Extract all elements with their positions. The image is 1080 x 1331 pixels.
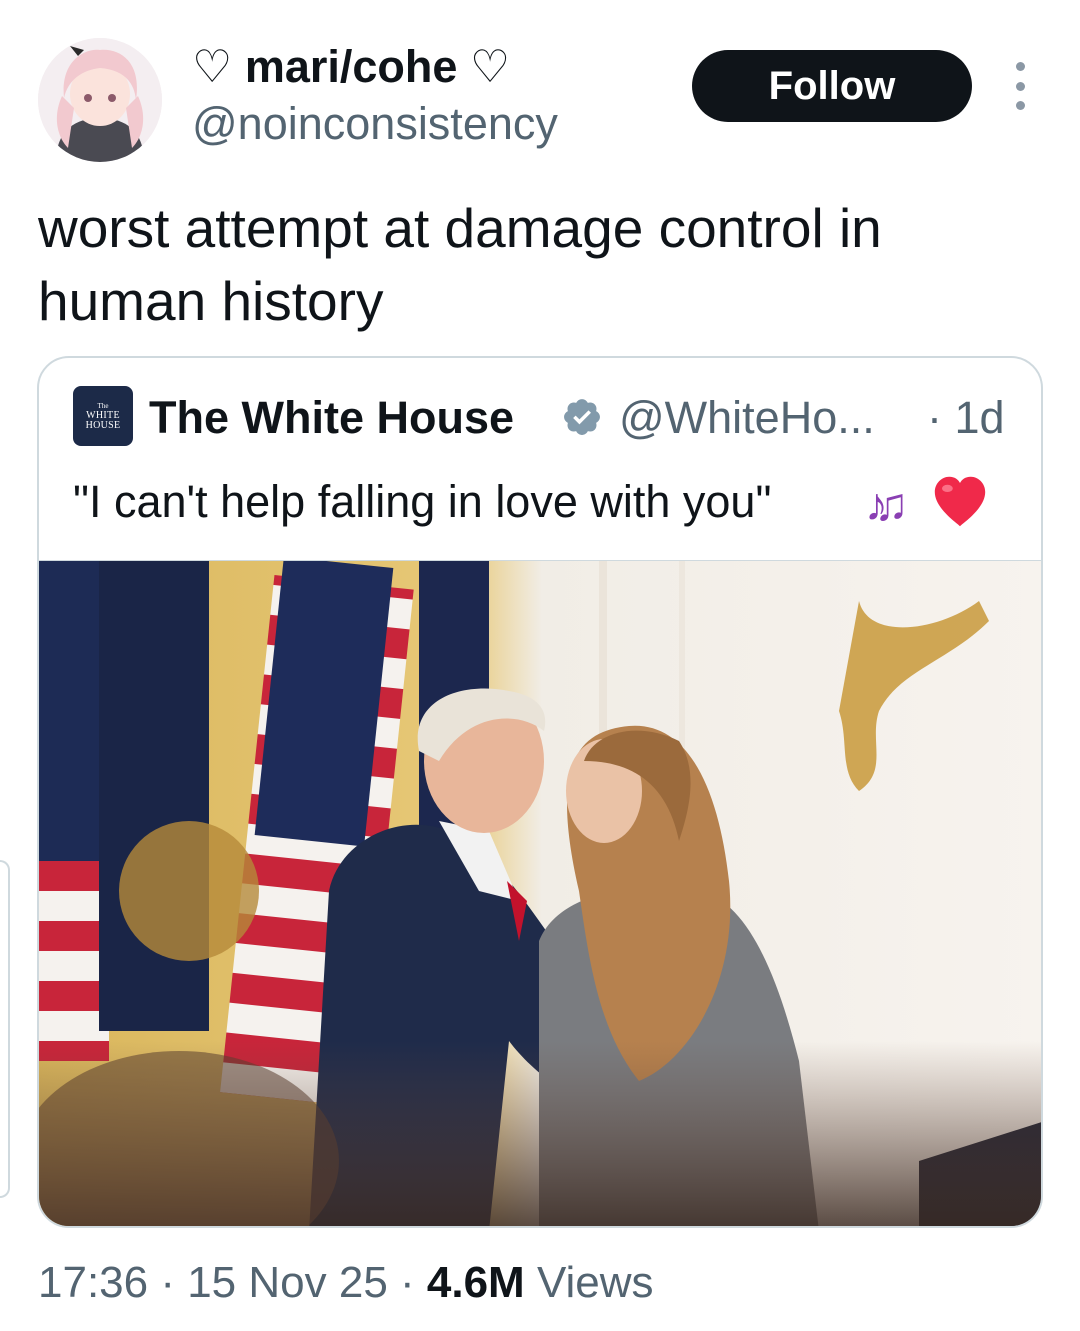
author-handle[interactable]: @noinconsistency: [192, 98, 558, 150]
views-label: Views: [524, 1258, 654, 1307]
white-house-logo[interactable]: The WHITE HOUSE: [73, 386, 133, 446]
quoted-author-handle[interactable]: @WhiteHo...: [619, 392, 875, 444]
red-heart-icon: [934, 476, 986, 527]
post-photo[interactable]: [39, 560, 1041, 1226]
follow-button[interactable]: Follow: [692, 50, 972, 122]
views-count: 4.6M: [426, 1258, 525, 1307]
verified-badge-icon: [564, 399, 600, 435]
post-meta: 17:36 · 15 Nov 25 · 4.6M Views: [38, 1258, 654, 1308]
author-display-name[interactable]: ♡ mari/cohe ♡: [192, 40, 510, 93]
quoted-post-time[interactable]: · 1d: [927, 392, 1005, 444]
quoted-author-name[interactable]: The White House: [149, 392, 514, 444]
quoted-post-text: "I can't help falling in love with you": [73, 476, 772, 527]
post-text: worst attempt at damage control in human…: [38, 197, 882, 332]
logo-text-line3: HOUSE: [85, 420, 121, 431]
quoted-post-card[interactable]: The WHITE HOUSE The White House @WhiteHo…: [37, 356, 1043, 1228]
post-timestamp[interactable]: 17:36 · 15 Nov 25 ·: [38, 1258, 427, 1307]
more-vertical-icon[interactable]: [1008, 62, 1032, 110]
avatar[interactable]: [38, 38, 162, 162]
edge-handle[interactable]: [0, 860, 10, 1198]
musical-notes-icon: ♪♫: [865, 478, 909, 530]
